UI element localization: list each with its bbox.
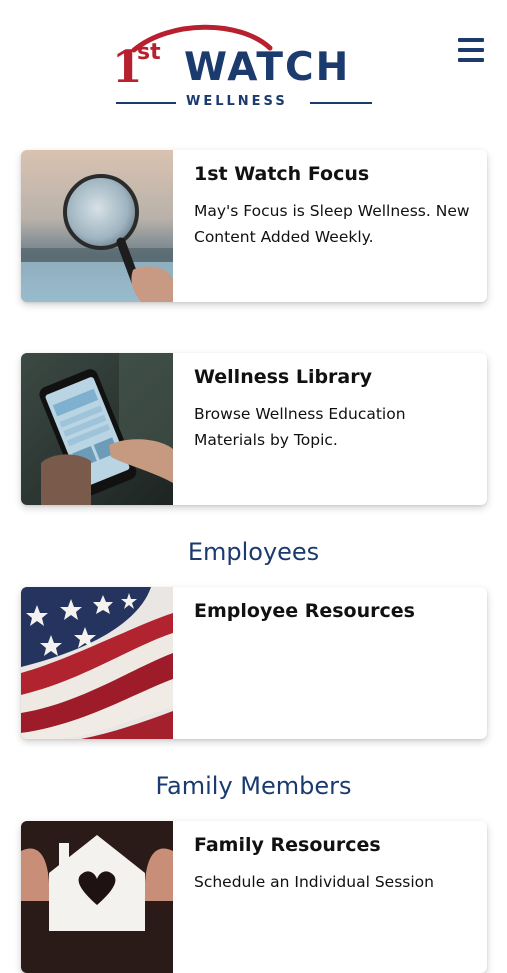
menu-bar-middle [458,48,484,52]
app-header: 1 st WATCH WELLNESS [0,0,507,130]
card-description: Schedule an Individual Session [194,873,434,891]
card-employee-resources[interactable]: Employee Resources [21,587,487,739]
phone-library-image [21,353,173,505]
brand-logo[interactable]: 1 st WATCH WELLNESS [112,24,378,114]
logo-superscript: st [137,40,161,65]
magnifying-glass-image [21,150,173,302]
card-title: Family Resources [194,834,381,856]
card-description: Browse Wellness Education Materials by T… [194,405,406,449]
hamburger-menu-icon[interactable] [456,36,486,64]
house-heart-image [21,821,173,973]
menu-bar-top [458,38,484,42]
logo-tagline: WELLNESS [186,94,288,109]
card-title: Wellness Library [194,366,373,388]
logo-brand-text: WATCH [184,45,351,90]
logo-divider-left [116,102,176,104]
card-wellness-library[interactable]: Wellness Library Browse Wellness Educati… [21,353,487,505]
card-title: Employee Resources [194,600,415,622]
section-heading-family-members: Family Members [155,772,352,800]
logo-divider-right [310,102,372,104]
american-flag-image [21,587,173,739]
menu-bar-bottom [458,58,484,62]
card-description: May's Focus is Sleep Wellness. New Conte… [194,202,470,246]
card-family-resources[interactable]: Family Resources Schedule an Individual … [21,821,487,973]
section-heading-employees: Employees [187,538,320,566]
card-1st-watch-focus[interactable]: 1st Watch Focus May's Focus is Sleep Wel… [21,150,487,302]
card-title: 1st Watch Focus [194,163,370,185]
